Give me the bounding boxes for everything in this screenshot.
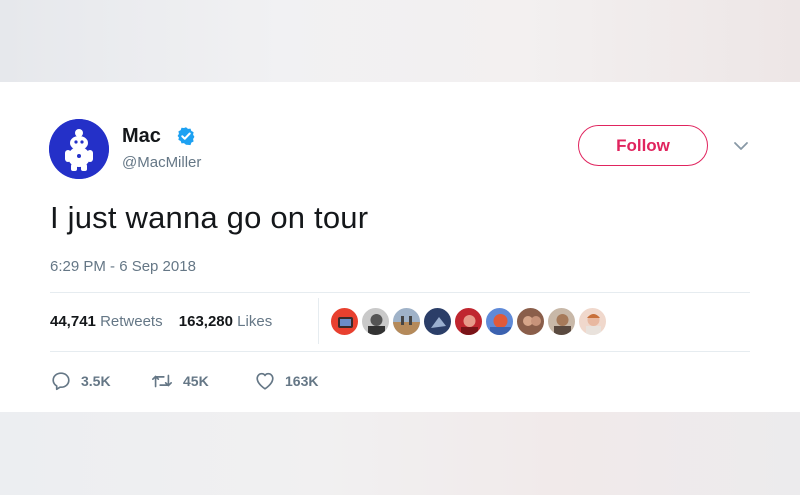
likes-label[interactable]: Likes	[237, 313, 272, 330]
liker-avatar[interactable]	[330, 307, 359, 336]
tweet-stats: 44,741 Retweets 163,280 Likes	[50, 313, 272, 331]
liker-avatar[interactable]	[423, 307, 452, 336]
like-count: 163K	[285, 373, 319, 389]
reply-button[interactable]: 3.5K	[50, 370, 111, 392]
liker-avatar[interactable]	[578, 307, 607, 336]
reply-icon	[52, 372, 70, 391]
divider-top	[50, 292, 750, 293]
liker-avatar[interactable]	[454, 307, 483, 336]
liker-avatar[interactable]	[547, 307, 576, 336]
retweets-count[interactable]: 44,741	[50, 313, 96, 330]
tweet-timestamp[interactable]: 6:29 PM - 6 Sep 2018	[50, 258, 196, 276]
stats-separator	[318, 298, 319, 344]
display-name[interactable]: Mac	[122, 124, 161, 148]
liker-avatar[interactable]	[392, 307, 421, 336]
tweet-card: Mac @MacMiller Follow I just wanna go on…	[0, 82, 800, 412]
tweet-text: I just wanna go on tour	[50, 200, 369, 235]
reply-count: 3.5K	[81, 373, 111, 389]
mascot-avatar-icon	[49, 119, 109, 179]
liker-avatar[interactable]	[516, 307, 545, 336]
avatar[interactable]	[49, 119, 109, 179]
retweet-icon	[152, 374, 172, 388]
like-button[interactable]: 163K	[254, 370, 318, 392]
likes-count[interactable]: 163,280	[179, 313, 233, 330]
background-top	[0, 0, 800, 82]
verified-badge-icon	[177, 127, 195, 146]
chevron-down-icon[interactable]	[733, 140, 749, 152]
liker-avatar[interactable]	[485, 307, 514, 336]
background-bottom	[0, 412, 800, 495]
heart-icon	[256, 372, 274, 390]
divider-bottom	[50, 351, 750, 352]
retweets-label[interactable]: Retweets	[100, 313, 163, 330]
liker-avatar[interactable]	[361, 307, 390, 336]
retweet-button[interactable]: 45K	[150, 370, 209, 392]
retweet-count: 45K	[183, 373, 209, 389]
user-handle[interactable]: @MacMiller	[122, 154, 201, 172]
follow-button[interactable]: Follow	[578, 125, 708, 166]
